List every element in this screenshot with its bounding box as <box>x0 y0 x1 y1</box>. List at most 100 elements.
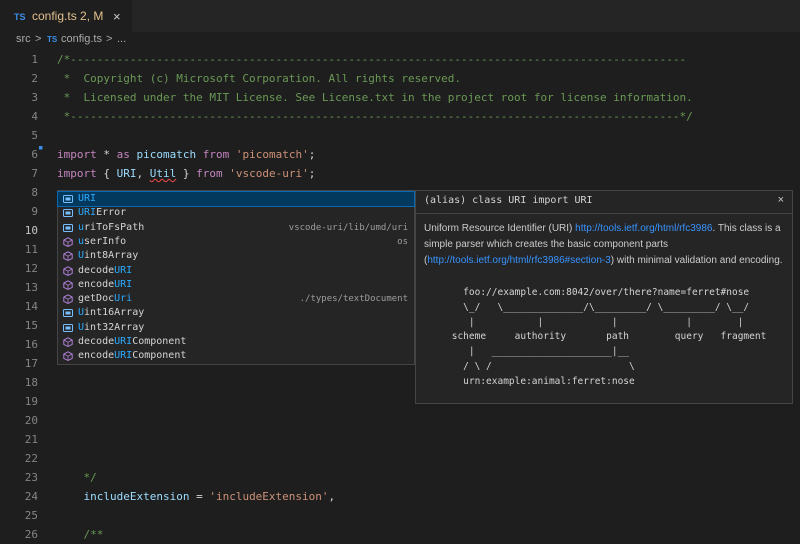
line-number: 6 <box>31 148 38 161</box>
suggestion-match: URI <box>78 193 97 204</box>
line-number: 11 <box>24 243 38 256</box>
suggestion-item[interactable]: Uint8Array <box>58 249 414 263</box>
suggestion-text: decode <box>78 336 115 347</box>
reference-icon <box>63 323 73 332</box>
line-number: 15 <box>24 319 38 332</box>
code-token: Util <box>149 167 177 180</box>
suggestion-label: Uint16Array <box>78 306 144 320</box>
tab-filename: config.ts <box>32 9 77 23</box>
code-token: URI <box>116 167 137 180</box>
uri-diagram: foo://example.com:8042/over/there?name=f… <box>451 287 767 387</box>
suggestion-label: getDocUri <box>78 292 132 306</box>
suggestion-label: uriToFsPath <box>78 221 144 235</box>
code-line[interactable]: 5 <box>0 126 800 145</box>
code-line[interactable]: 26 /** <box>0 525 800 544</box>
typescript-icon: TS <box>14 12 26 22</box>
suggestion-item[interactable]: uriToFsPath vscode-uri/lib/umd/uri <box>58 221 414 235</box>
code-token: ; <box>308 148 316 161</box>
line-number: 10 <box>24 224 38 237</box>
code-token: 'vscode-uri' <box>229 167 309 180</box>
line-number: 5 <box>31 129 38 142</box>
code-token: import <box>57 167 97 180</box>
chevron-right-icon: > <box>35 33 42 45</box>
line-number: 20 <box>24 414 38 427</box>
code-line[interactable]: 3 * Licensed under the MIT License. See … <box>0 88 800 107</box>
module-icon <box>63 351 73 362</box>
suggestion-item[interactable]: decodeURI <box>58 264 414 278</box>
doc-signature: (alias) class URI import URI <box>424 195 593 206</box>
code-line[interactable]: 24 includeExtension = 'includeExtension'… <box>0 487 800 506</box>
suggestion-label: encodeURI <box>78 278 132 292</box>
suggestion-item[interactable]: getDocUri ./types/textDocument <box>58 292 414 306</box>
suggestion-match: URI <box>114 278 133 290</box>
line-number: 13 <box>24 281 38 294</box>
suggestion-text: encode <box>78 278 115 290</box>
suggestion-text: encode <box>78 350 115 362</box>
close-icon[interactable]: × <box>113 9 121 24</box>
module-icon <box>63 251 73 262</box>
suggestion-item[interactable]: userInfo os <box>58 235 414 249</box>
code-token: = <box>189 490 210 503</box>
line-number: 8 <box>31 186 38 199</box>
code-line[interactable]: 4 *-------------------------------------… <box>0 107 800 126</box>
suggestion-text: int16Array <box>84 307 145 319</box>
module-icon <box>63 294 73 305</box>
close-icon[interactable]: × <box>778 194 784 206</box>
code-line[interactable]: 1 /*-------------------------------------… <box>0 50 800 69</box>
doc-text: ) with minimal validation and encoding. <box>610 255 783 266</box>
tab-config-ts[interactable]: TS config.ts 2, M × <box>0 0 132 32</box>
code-line[interactable]: 21 <box>0 430 800 449</box>
code-line[interactable]: 25 <box>0 506 800 525</box>
suggestion-match: URI <box>114 264 133 276</box>
code-token: 'picomatch' <box>235 148 309 161</box>
code-line[interactable]: 2 * Copyright (c) Microsoft Corporation.… <box>0 69 800 88</box>
reference-icon <box>63 223 73 232</box>
breadcrumb-file[interactable]: config.ts <box>61 33 102 45</box>
suggestion-label: encodeURIComponent <box>78 349 186 363</box>
doc-description: Uniform Resource Identifier (URI) http:/… <box>424 221 786 269</box>
code-line[interactable]: 23 */ <box>0 468 800 487</box>
suggestion-item[interactable]: Uint16Array <box>58 306 414 320</box>
doc-link-rfc3986-section3[interactable]: http://tools.ietf.org/html/rfc3986#secti… <box>427 255 610 266</box>
suggestion-label: userInfo <box>78 235 126 249</box>
breadcrumb-folder[interactable]: src <box>16 33 31 45</box>
suggestion-item[interactable]: decodeURIComponent <box>58 335 414 349</box>
suggestion-item[interactable]: URI <box>57 191 415 207</box>
code-line[interactable]: 7 import { URI, Util } from 'vscode-uri'; <box>0 164 800 183</box>
line-number: 2 <box>31 72 38 85</box>
code-token: * Licensed under the MIT License. See Li… <box>57 91 693 104</box>
code-token: ; <box>308 167 316 180</box>
suggestion-label: URI <box>78 192 96 206</box>
code-token: * <box>96 148 117 161</box>
code-line[interactable]: 20 <box>0 411 800 430</box>
suggestion-item[interactable]: URIError <box>58 206 414 220</box>
code-action-icon[interactable]: ▪ <box>38 143 47 153</box>
reference-icon <box>63 209 73 218</box>
divider <box>416 213 792 214</box>
suggestion-detail: ./types/textDocument <box>299 294 408 305</box>
tab-bar: TS config.ts 2, M × <box>0 0 800 32</box>
code-token: , <box>328 490 336 503</box>
suggestion-text: int32Array <box>84 321 145 333</box>
code-token: { <box>96 167 117 180</box>
typescript-icon: TS <box>47 35 58 44</box>
breadcrumb-symbols[interactable]: ... <box>117 33 126 45</box>
suggestion-text: Component <box>132 350 187 362</box>
line-number: 24 <box>24 490 38 503</box>
suggestion-item[interactable]: encodeURIComponent <box>58 349 414 363</box>
suggestion-item[interactable]: encodeURI <box>58 278 414 292</box>
suggestion-detail: os <box>397 236 408 247</box>
suggestion-item[interactable]: Uint32Array <box>58 321 414 335</box>
suggestion-match: URI <box>78 207 97 219</box>
hover-documentation: (alias) class URI import URI × Uniform R… <box>415 190 793 404</box>
code-text: import { URI, Util } from 'vscode-uri'; <box>57 164 315 183</box>
module-icon <box>63 337 73 347</box>
suggestion-detail: vscode-uri/lib/umd/uri <box>288 222 408 233</box>
line-number: 18 <box>24 376 38 389</box>
suggestion-label: decodeURI <box>78 264 132 278</box>
code-text: */ <box>57 468 96 487</box>
code-line[interactable]: 22 <box>0 449 800 468</box>
doc-link-rfc3986[interactable]: http://tools.ietf.org/html/rfc3986 <box>575 223 712 234</box>
code-line[interactable]: 6 import * as picomatch from 'picomatch'; <box>0 145 800 164</box>
code-token: picomatch <box>136 148 197 161</box>
